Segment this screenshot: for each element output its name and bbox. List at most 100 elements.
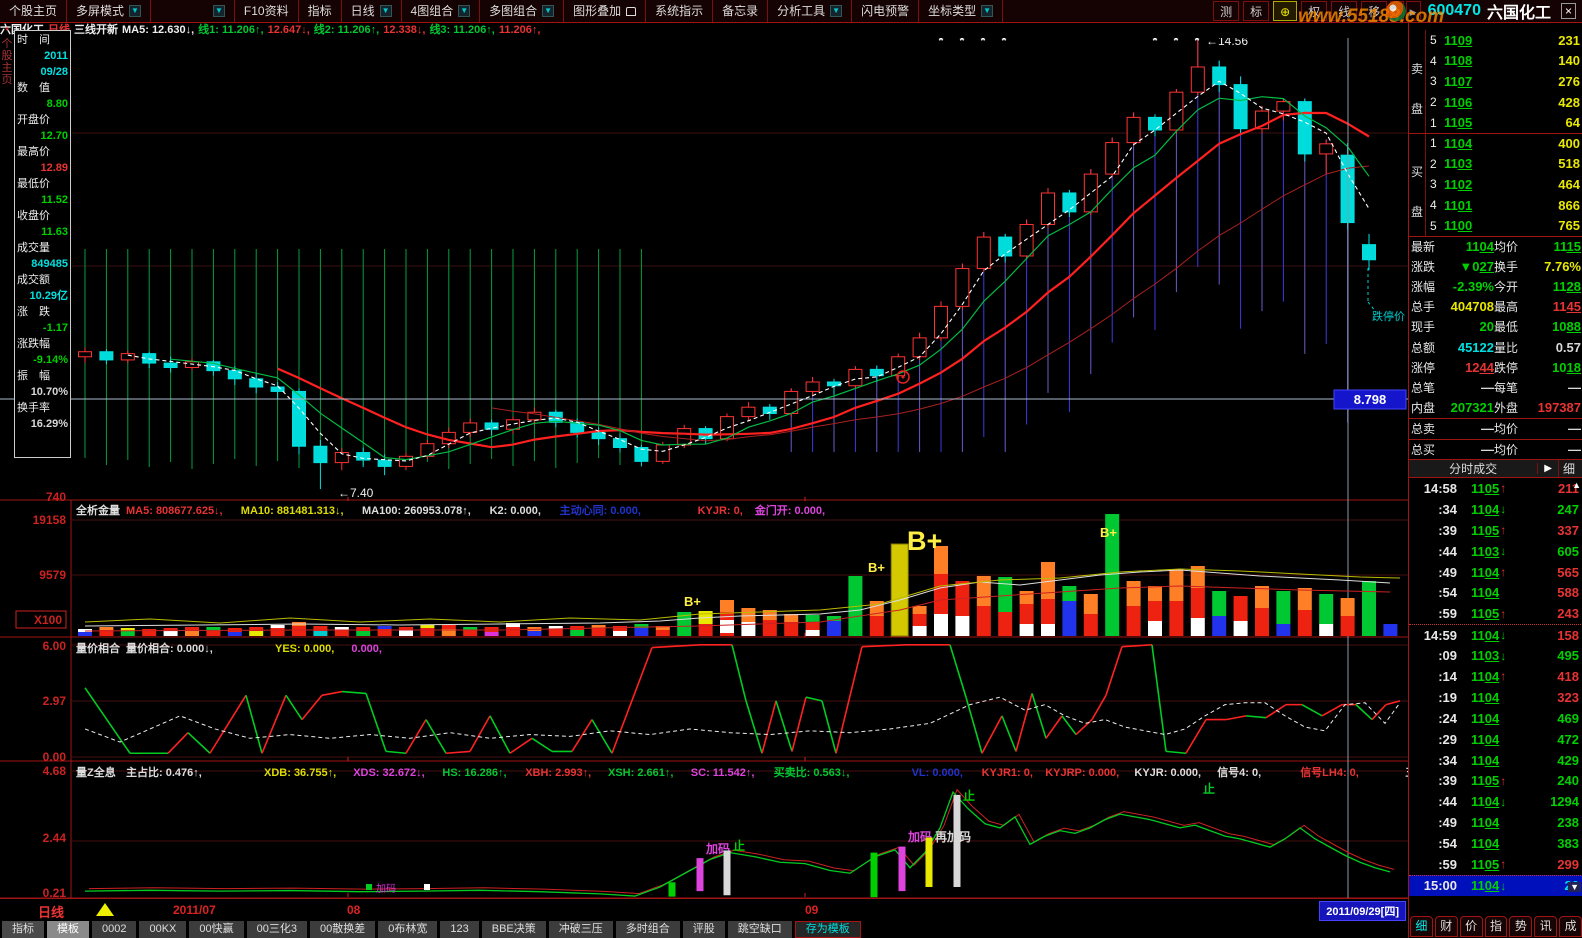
stat-label: 量比 xyxy=(1494,339,1525,356)
template-tab-BBE决策[interactable]: BBE决策 xyxy=(482,921,546,938)
toolbar-tool-5[interactable]: 移 xyxy=(1361,1,1387,21)
order-book-row-sell[interactable]: 1110564 xyxy=(1426,112,1582,133)
menu-item-F10资料[interactable]: F10资料 xyxy=(235,0,299,22)
menu-item-坐标类型[interactable]: 坐标类型▼ xyxy=(919,0,1003,22)
marker-triangle-icon xyxy=(96,903,114,916)
crosshair-info-panel: 时 间201109/28数 值8.80开盘价12.70最高价12.89最低价11… xyxy=(14,30,71,458)
svg-text:金门开: 0.000,: 金门开: 0.000, xyxy=(754,503,825,517)
timeline-date: 2011/07 xyxy=(173,903,216,917)
sidebar-tab-成[interactable]: 成 xyxy=(1559,916,1582,937)
chevron-down-icon[interactable]: ▼ xyxy=(458,5,470,17)
order-book-row-sell[interactable]: 41108140 xyxy=(1426,51,1582,72)
menu-item-4图组合[interactable]: 4图组合▼ xyxy=(402,0,481,22)
menu-item-多图组合[interactable]: 多图组合▼ xyxy=(480,0,564,22)
indicator-value: 12.647↓, xyxy=(268,24,310,36)
chevron-down-icon[interactable]: ▼ xyxy=(380,5,392,17)
tick-list[interactable]: 14:581105↑211:341104↓247:391105↑337:4411… xyxy=(1409,478,1582,896)
template-tab-00快赢[interactable]: 00快赢 xyxy=(189,921,243,938)
chevron-down-icon[interactable]: ▼ xyxy=(129,5,141,17)
stat-value: — xyxy=(1525,380,1581,395)
order-book-row-buy[interactable]: 31102464 xyxy=(1426,174,1582,195)
sidebar-tab-细[interactable]: 细 xyxy=(1410,916,1433,937)
info-value: 2011 xyxy=(17,48,68,64)
toolbar-tool-1[interactable]: 标 xyxy=(1243,1,1269,21)
template-tab-评股[interactable]: 评股 xyxy=(683,921,725,938)
sidebar-tab-财[interactable]: 财 xyxy=(1435,916,1458,937)
level-price: 1101 xyxy=(1444,198,1472,213)
tick-row: :091103↓495 xyxy=(1409,645,1582,666)
order-book-row-buy[interactable]: 51100765 xyxy=(1426,215,1582,236)
tab-指标[interactable]: 指标 xyxy=(2,921,44,938)
menu-item-备忘录[interactable]: 备忘录 xyxy=(713,0,768,22)
svg-text:主占比: 0.476↑,: 主占比: 0.476↑, xyxy=(126,765,202,779)
menu-item-label: 备忘录 xyxy=(722,1,758,22)
menu-item-系统指示[interactable]: 系统指示 xyxy=(646,0,713,22)
tick-row: :391105↑337 xyxy=(1409,520,1582,541)
menu-item-分析工具[interactable]: 分析工具▼ xyxy=(768,0,852,22)
menu-item-日线[interactable]: 日线▼ xyxy=(342,0,402,22)
order-book-row-buy[interactable]: 11104400 xyxy=(1426,133,1582,154)
toolbar-tool-0[interactable]: 测 xyxy=(1213,1,1239,21)
template-tab-0布林宽[interactable]: 0布林宽 xyxy=(378,921,437,938)
order-book-row-sell[interactable]: 51109231 xyxy=(1426,30,1582,51)
template-tab-123[interactable]: 123 xyxy=(440,921,478,938)
toolbar-tool-4[interactable]: 线 xyxy=(1331,1,1357,21)
level-volume: 64 xyxy=(1472,115,1580,130)
template-tab-多时组合[interactable]: 多时组合 xyxy=(616,921,680,938)
charts-area[interactable]: 8.798*******←14.56←7.40跌停价740191589579X1… xyxy=(0,38,1408,898)
stat-value: 197387 xyxy=(1525,400,1581,415)
sidebar-tab-讯[interactable]: 讯 xyxy=(1534,916,1557,937)
scroll-up-icon[interactable]: ▲ xyxy=(1572,480,1581,490)
sidebar-tab-指[interactable]: 指 xyxy=(1485,916,1508,937)
svg-text:量价相合: 0.000↓,: 量价相合: 0.000↓, xyxy=(126,641,213,655)
stat-value: — xyxy=(1442,442,1494,457)
scroll-down-icon[interactable]: ▼ xyxy=(1568,882,1581,892)
menu-item-个股主页[interactable]: 个股主页 xyxy=(0,0,67,22)
order-book-side-label: 盘 xyxy=(1411,100,1423,117)
chevron-down-icon[interactable]: ▼ xyxy=(981,5,993,17)
template-tab-00三化3[interactable]: 00三化3 xyxy=(247,921,307,938)
order-book-row-buy[interactable]: 41101866 xyxy=(1426,195,1582,216)
template-tab-00散换差[interactable]: 00散换差 xyxy=(310,921,375,938)
chevron-down-icon[interactable]: ▼ xyxy=(213,5,225,17)
stat-label: 涨幅 xyxy=(1411,278,1442,295)
close-icon[interactable]: × xyxy=(1561,3,1576,19)
stat-value: ▼027 xyxy=(1442,259,1494,274)
tab-save-template[interactable]: 存为模板 xyxy=(795,921,861,938)
sidebar-tab-价[interactable]: 价 xyxy=(1460,916,1483,937)
left-vertical-tab[interactable]: *个股主页 xyxy=(0,26,14,86)
order-book-row-sell[interactable]: 21106428 xyxy=(1426,92,1582,113)
toolbar-tool-3[interactable]: 权 xyxy=(1301,1,1327,21)
toolbar-mini-icon-1[interactable]: ▶ xyxy=(1406,1,1421,21)
level-price: 1102 xyxy=(1444,177,1472,192)
order-book-row-buy[interactable]: 21103518 xyxy=(1426,154,1582,175)
svg-text:量价相合: 量价相合 xyxy=(76,641,121,655)
tick-detail-tab[interactable]: 细 xyxy=(1558,460,1582,477)
template-tab-冲破三压[interactable]: 冲破三压 xyxy=(549,921,613,938)
tab-模板[interactable]: 模板 xyxy=(47,921,89,938)
svg-text:买卖比: 0.563↓,: 买卖比: 0.563↓, xyxy=(774,765,850,779)
expand-arrow-icon[interactable]: ▶ xyxy=(1537,463,1558,474)
tick-row: :541104588 xyxy=(1409,582,1582,603)
template-tab-跳空缺口[interactable]: 跳空缺口 xyxy=(728,921,792,938)
order-book-side-label: 卖 xyxy=(1411,60,1423,77)
sidebar-tab-势[interactable]: 势 xyxy=(1509,916,1532,937)
chevron-down-icon[interactable]: ▼ xyxy=(542,5,554,17)
menu-item-图形叠加[interactable]: 图形叠加 xyxy=(564,0,646,22)
period-label[interactable]: 日线 xyxy=(38,902,64,921)
stat-label: 均价 xyxy=(1494,238,1525,255)
template-tab-00KX[interactable]: 00KX xyxy=(139,921,186,938)
menu-item-blank[interactable]: ▼ xyxy=(151,0,235,22)
level-volume: 231 xyxy=(1472,33,1580,48)
chevron-down-icon[interactable]: ▼ xyxy=(830,5,842,17)
toolbar-mini-icon-0[interactable]: □ xyxy=(1390,1,1403,21)
menu-item-指标[interactable]: 指标 xyxy=(299,0,342,22)
indicator-value: 12.338↓, xyxy=(383,24,425,36)
toolbar-tool-2[interactable]: ⊕ xyxy=(1273,1,1297,21)
template-tab-0002[interactable]: 0002 xyxy=(92,921,136,938)
menu-item-闪电预警[interactable]: 闪电预警 xyxy=(852,0,919,22)
order-book-row-sell[interactable]: 31107276 xyxy=(1426,71,1582,92)
menu-item-label xyxy=(160,1,208,22)
level-number: 5 xyxy=(1430,219,1444,233)
menu-item-多屏模式[interactable]: 多屏模式▼ xyxy=(67,0,151,22)
